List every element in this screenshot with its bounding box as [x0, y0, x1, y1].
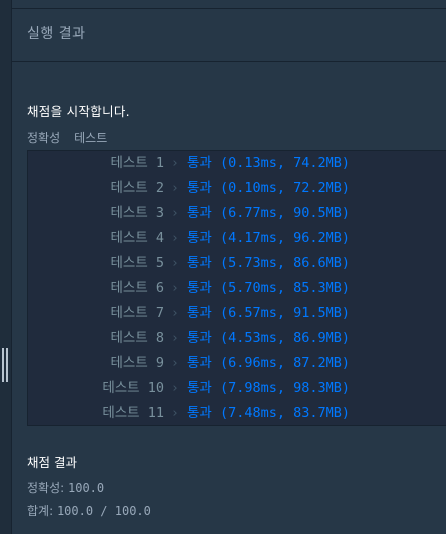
test-result-row: 테스트 7 › 통과 (6.57ms, 91.5MB): [28, 301, 446, 326]
test-status: 통과 (6.77ms, 90.5MB): [187, 201, 350, 226]
chevron-right-icon: ›: [171, 156, 179, 171]
test-status: 통과 (5.70ms, 85.3MB): [187, 276, 350, 301]
accuracy-score-value: 100.0: [68, 481, 105, 495]
chevron-right-icon: ›: [171, 206, 179, 221]
test-metrics: (5.70ms, 85.3MB): [219, 280, 351, 296]
pass-label: 통과: [187, 405, 212, 421]
test-result-row: 테스트 10 › 통과 (7.98ms, 98.3MB): [28, 376, 446, 401]
chevron-right-icon: ›: [171, 281, 179, 296]
section-label: 정확성 테스트: [27, 129, 107, 146]
test-result-row: 테스트 11 › 통과 (7.48ms, 83.7MB): [28, 401, 446, 426]
test-case-label: 테스트 5: [110, 255, 164, 271]
test-case-label: 테스트 6: [110, 280, 164, 296]
total-score: 합계: 100.0 / 100.0: [27, 502, 151, 519]
panel-header: 실행 결과: [12, 9, 446, 62]
test-metrics: (6.57ms, 91.5MB): [219, 305, 351, 321]
pass-label: 통과: [187, 280, 212, 296]
pass-label: 통과: [187, 255, 212, 271]
test-case-label: 테스트 3: [110, 205, 164, 221]
grip-line-icon: [2, 348, 4, 382]
chevron-right-icon: ›: [171, 356, 179, 371]
test-result-row: 테스트 3 › 통과 (6.77ms, 90.5MB): [28, 201, 446, 226]
test-case-label: 테스트 2: [110, 180, 164, 196]
test-result-row: 테스트 9 › 통과 (6.96ms, 87.2MB): [28, 351, 446, 376]
test-result-row: 테스트 5 › 통과 (5.73ms, 86.6MB): [28, 251, 446, 276]
test-case-label: 테스트 4: [110, 230, 164, 246]
test-metrics: (5.73ms, 86.6MB): [219, 255, 351, 271]
test-case-label: 테스트 11: [102, 405, 164, 421]
chevron-right-icon: ›: [171, 256, 179, 271]
test-metrics: (0.10ms, 72.2MB): [219, 180, 351, 196]
grip-line-icon: [6, 348, 8, 382]
panel-title: 실행 결과: [27, 26, 86, 42]
chevron-right-icon: ›: [171, 231, 179, 246]
test-status: 통과 (0.10ms, 72.2MB): [187, 176, 350, 201]
pass-label: 통과: [187, 380, 212, 396]
pass-label: 통과: [187, 330, 212, 346]
chevron-right-icon: ›: [171, 306, 179, 321]
accuracy-score: 정확성: 100.0: [27, 479, 104, 496]
pass-label: 통과: [187, 205, 212, 221]
test-status: 통과 (7.98ms, 98.3MB): [187, 376, 350, 401]
test-status: 통과 (7.48ms, 83.7MB): [187, 401, 350, 426]
resize-handle[interactable]: [2, 348, 8, 382]
test-case-label: 테스트 7: [110, 305, 164, 321]
pass-label: 통과: [187, 230, 212, 246]
test-results-list: 테스트 1 › 통과 (0.13ms, 74.2MB) 테스트 2 › 통과 (0.10m…: [27, 150, 446, 426]
chevron-right-icon: ›: [171, 331, 179, 346]
test-result-row: 테스트 4 › 통과 (4.17ms, 96.2MB): [28, 226, 446, 251]
pass-label: 통과: [187, 180, 212, 196]
pass-label: 통과: [187, 155, 212, 171]
test-metrics: (6.96ms, 87.2MB): [219, 355, 351, 371]
test-metrics: (4.53ms, 86.9MB): [219, 330, 351, 346]
chevron-right-icon: ›: [171, 406, 179, 421]
test-metrics: (0.13ms, 74.2MB): [219, 155, 351, 171]
test-metrics: (7.98ms, 98.3MB): [219, 380, 351, 396]
test-result-row: 테스트 2 › 통과 (0.10ms, 72.2MB): [28, 176, 446, 201]
total-score-value: 100.0 / 100.0: [56, 504, 151, 518]
pass-label: 통과: [187, 305, 212, 321]
test-result-row: 테스트 1 › 통과 (0.13ms, 74.2MB): [28, 151, 446, 176]
test-result-row: 테스트 6 › 통과 (5.70ms, 85.3MB): [28, 276, 446, 301]
chevron-right-icon: ›: [171, 181, 179, 196]
grading-start-message: 채점을 시작합니다.: [27, 104, 130, 119]
test-case-label: 테스트 8: [110, 330, 164, 346]
test-status: 통과 (5.73ms, 86.6MB): [187, 251, 350, 276]
test-metrics: (4.17ms, 96.2MB): [219, 230, 351, 246]
test-case-label: 테스트 10: [102, 380, 164, 396]
accuracy-label: 정확성: [27, 131, 61, 145]
test-status: 통과 (0.13ms, 74.2MB): [187, 151, 350, 176]
test-result-row: 테스트 8 › 통과 (4.53ms, 86.9MB): [28, 326, 446, 351]
test-metrics: (7.48ms, 83.7MB): [219, 405, 351, 421]
left-gutter: [0, 0, 12, 534]
test-status: 통과 (6.57ms, 91.5MB): [187, 301, 350, 326]
results-panel: 실행 결과 채점을 시작합니다. 정확성 테스트 테스트 1 › 통과 (0.13ms…: [0, 0, 446, 534]
pass-label: 통과: [187, 355, 212, 371]
summary-title: 채점 결과: [27, 455, 77, 470]
test-status: 통과 (4.17ms, 96.2MB): [187, 226, 350, 251]
accuracy-score-label: 정확성:: [27, 481, 65, 495]
test-metrics: (6.77ms, 90.5MB): [219, 205, 351, 221]
test-label: 테스트: [74, 131, 108, 145]
test-status: 통과 (6.96ms, 87.2MB): [187, 351, 350, 376]
test-case-label: 테스트 1: [110, 155, 164, 171]
test-status: 통과 (4.53ms, 86.9MB): [187, 326, 350, 351]
chevron-right-icon: ›: [171, 381, 179, 396]
test-case-label: 테스트 9: [110, 355, 164, 371]
total-score-label: 합계:: [27, 504, 54, 518]
